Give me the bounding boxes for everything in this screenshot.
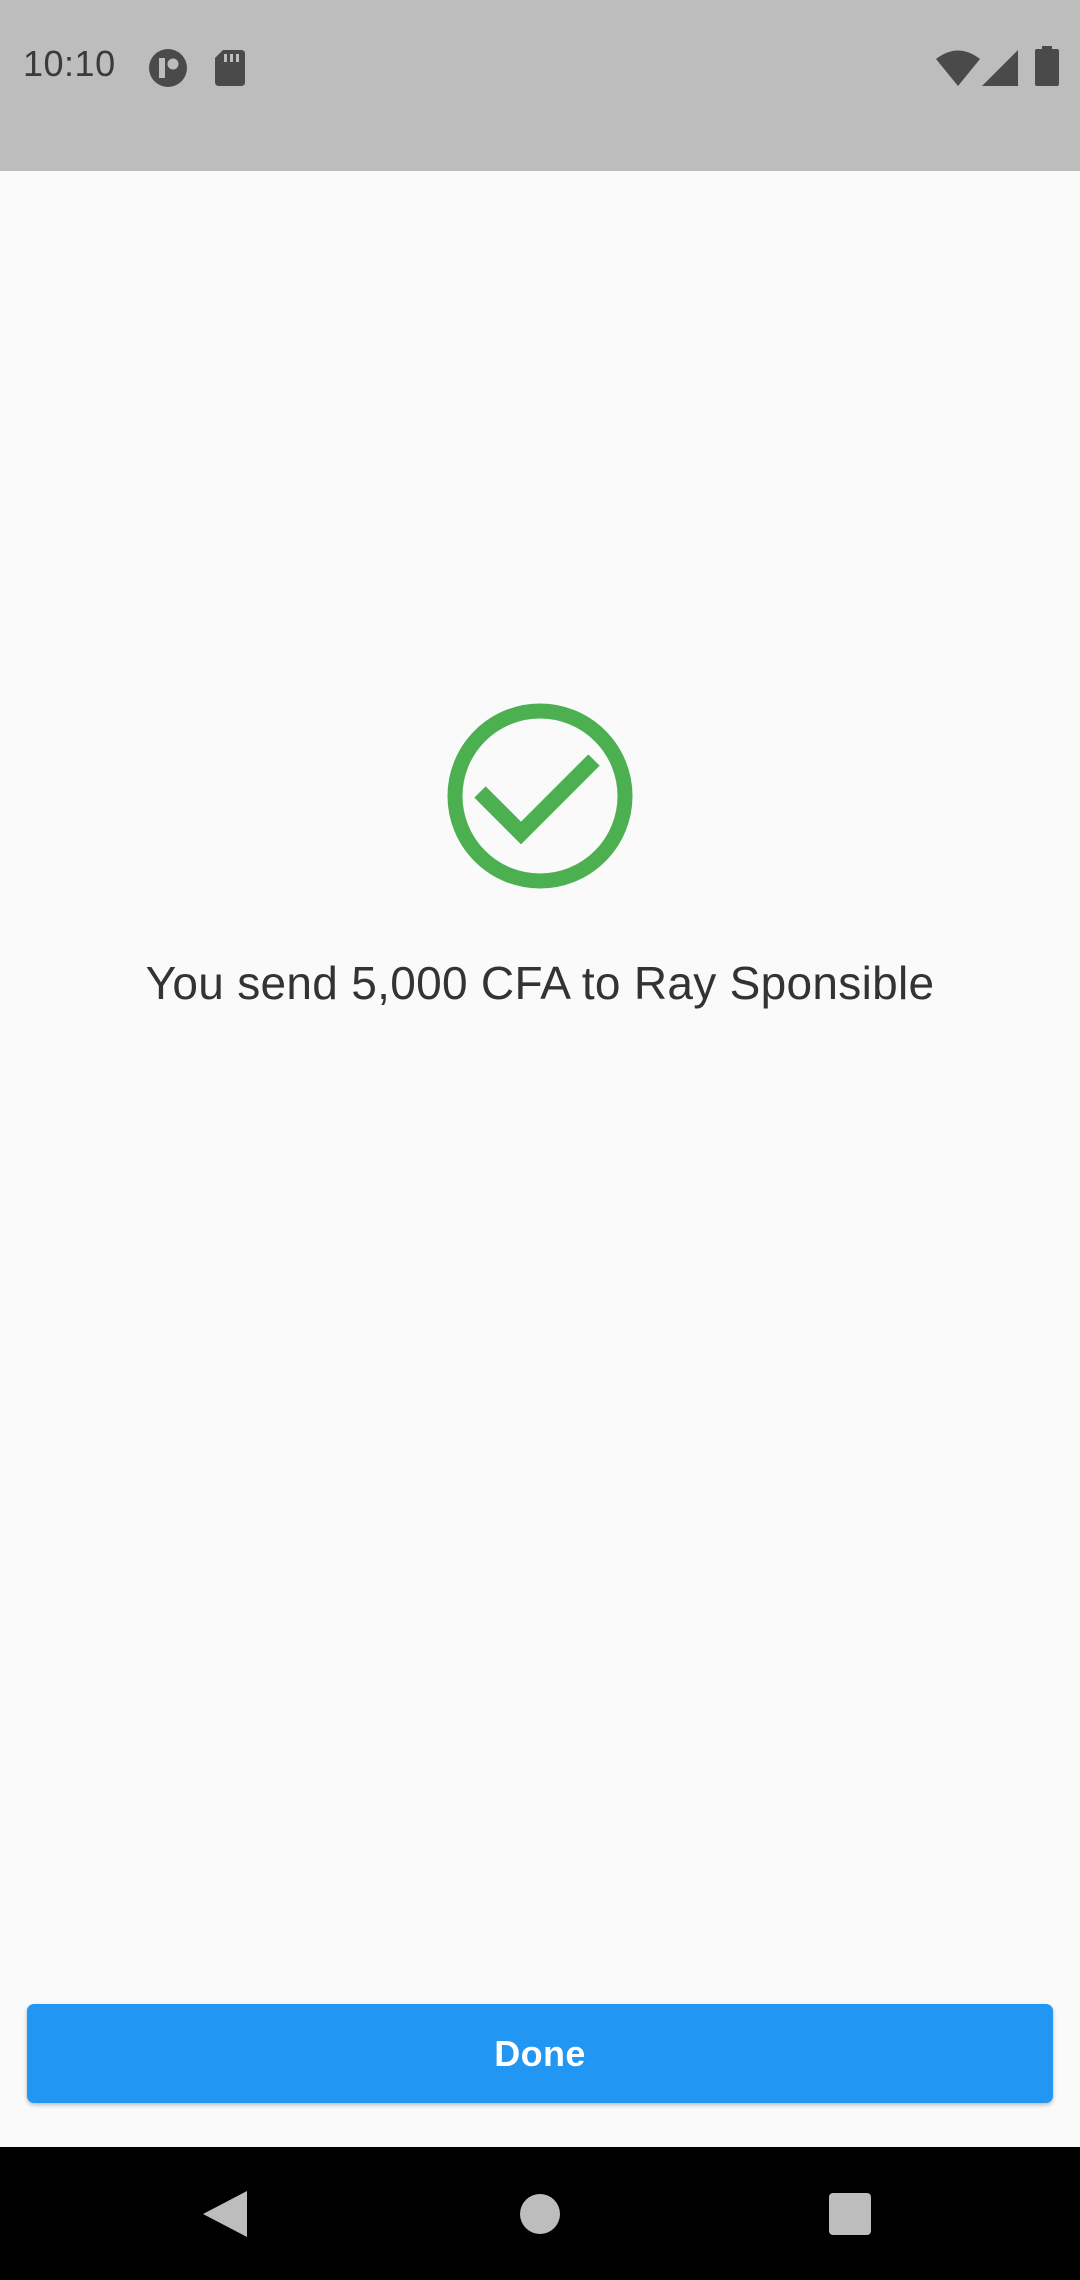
confirmation-message: You send 5,000 CFA to Ray Sponsible <box>145 957 935 1009</box>
wifi-icon <box>936 50 980 86</box>
done-button[interactable]: Done <box>27 2004 1053 2103</box>
status-bar: 10:10 <box>0 0 1080 171</box>
app-notification-icon <box>149 49 187 87</box>
confirmation-screen <box>0 171 1080 2147</box>
status-time: 10:10 <box>23 43 116 84</box>
navigation-bar <box>0 2147 1080 2280</box>
check-circle-icon <box>447 703 633 889</box>
home-icon[interactable] <box>519 2193 561 2235</box>
recents-icon[interactable] <box>829 2193 871 2235</box>
sd-card-icon <box>215 50 245 86</box>
cellular-signal-icon <box>982 50 1018 86</box>
battery-icon <box>1035 46 1059 86</box>
back-icon[interactable] <box>203 2191 247 2237</box>
